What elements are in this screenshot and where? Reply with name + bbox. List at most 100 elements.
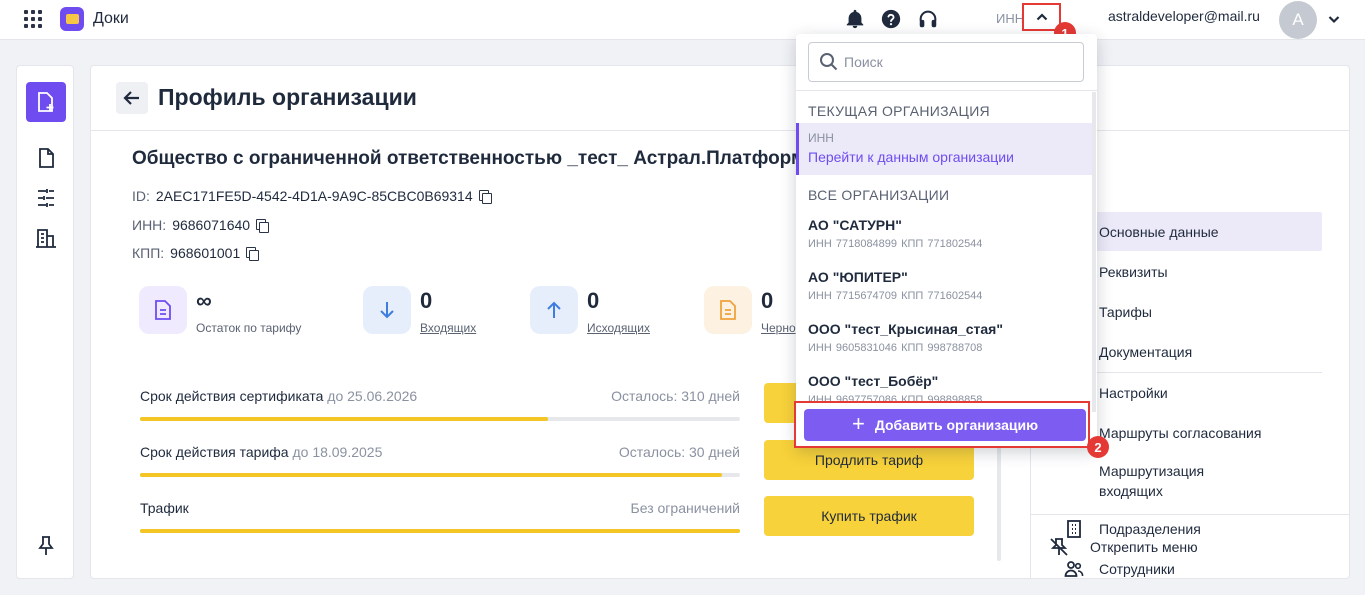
routes-icon[interactable]	[34, 186, 58, 210]
unpin-menu-button[interactable]: Открепить меню	[1031, 514, 1349, 578]
certificate-progress	[140, 417, 740, 421]
stat-value: 0	[420, 288, 433, 313]
org-inn-row: ИНН: 9686071640	[132, 217, 270, 233]
copy-icon[interactable]	[246, 247, 260, 261]
top-bar: Доки ИНН 1 astraldeveloper@mail.ru A	[0, 0, 1365, 44]
copy-icon[interactable]	[256, 219, 270, 233]
row-date: до 18.09.2025	[292, 444, 383, 460]
org-item-name: АО "САТУРН"	[808, 217, 902, 233]
progress-fill	[140, 473, 722, 477]
apps-grid-icon[interactable]	[24, 10, 42, 28]
stat-link[interactable]: Входящих	[420, 321, 476, 335]
org-kpp-row: КПП: 968601001	[132, 245, 260, 261]
progress-fill	[140, 529, 740, 533]
arrow-left-icon	[123, 91, 139, 105]
row-title-text: Срок действия сертификата	[140, 388, 324, 404]
certificate-row-title: Срок действия сертификата до 25.06.2026	[140, 388, 417, 404]
bell-icon[interactable]	[844, 8, 866, 30]
row-date: до 25.06.2026	[327, 388, 418, 404]
chevron-down-icon[interactable]	[1327, 12, 1341, 26]
step-marker-2: 2	[1087, 436, 1109, 458]
search-icon	[820, 53, 838, 71]
org-kpp-label: КПП:	[132, 245, 165, 261]
avatar[interactable]: A	[1279, 1, 1317, 39]
add-org-highlight: + Добавить организацию	[794, 401, 1090, 448]
buy-traffic-button[interactable]: Купить трафик	[764, 496, 974, 536]
page-title: Профиль организации	[158, 84, 417, 110]
dropdown-scrollbar[interactable]	[1092, 92, 1096, 412]
org-item-name: АО "ЮПИТЕР"	[808, 269, 908, 285]
tariff-row-title: Срок действия тарифа до 18.09.2025	[140, 444, 382, 460]
org-full-name: Общество с ограниченной ответственностью…	[132, 148, 812, 169]
current-org-section: ТЕКУЩАЯ ОРГАНИЗАЦИЯ	[808, 103, 990, 119]
go-to-org-data-link[interactable]: Перейти к данным организации	[808, 149, 1014, 165]
org-inn-label[interactable]: ИНН	[996, 11, 1024, 26]
unpin-menu-label: Открепить меню	[1090, 539, 1198, 555]
draft-icon	[704, 286, 752, 334]
org-item-requisites: ИНН 9605831046 КПП 998788708	[808, 342, 983, 354]
traffic-progress	[140, 529, 740, 533]
side-item-documentation[interactable]: Документация	[1099, 342, 1192, 362]
stat-label: Остаток по тарифу	[196, 321, 302, 335]
side-item-tariffs[interactable]: Тарифы	[1099, 302, 1152, 322]
org-switcher-dropdown: Поиск ТЕКУЩАЯ ОРГАНИЗАЦИЯ ИНН Перейти к …	[796, 34, 1097, 448]
row-title-text: Трафик	[140, 500, 189, 516]
arrow-up-icon	[530, 286, 578, 334]
org-id-value: 2AEC171FE5D-4542-4D1A-9A9C-85CBC0B69314	[155, 188, 473, 204]
org-item-requisites: ИНН 7718084899 КПП 771802544	[808, 238, 983, 250]
stat-link[interactable]: Черно	[761, 321, 796, 335]
side-item-settings[interactable]: Настройки	[1099, 383, 1168, 403]
unpin-icon	[1050, 538, 1068, 556]
document-lines-icon	[139, 286, 187, 334]
left-nav	[16, 65, 74, 579]
app-name[interactable]: Доки	[93, 10, 129, 28]
progress-fill	[140, 417, 548, 421]
user-email[interactable]: astraldeveloper@mail.ru	[1108, 8, 1260, 24]
org-id-label: ID:	[132, 188, 150, 204]
org-search-input[interactable]: Поиск	[808, 42, 1084, 82]
tariff-progress	[140, 473, 740, 477]
org-item-name: ООО "тест_Крысиная_стая"	[808, 321, 1003, 337]
current-org-inn: ИНН	[808, 131, 834, 145]
org-kpp-value: 968601001	[170, 245, 241, 261]
headset-icon[interactable]	[917, 8, 939, 30]
plus-icon: +	[851, 411, 865, 436]
app-logo-icon[interactable]	[60, 7, 84, 31]
add-organization-label: Добавить организацию	[874, 417, 1039, 433]
side-item-incoming-routing[interactable]: Маршрутизация входящих	[1099, 461, 1249, 501]
search-placeholder: Поиск	[844, 54, 883, 70]
row-title-text: Срок действия тарифа	[140, 444, 289, 460]
side-item-main-data[interactable]: Основные данные	[1099, 222, 1219, 242]
row-remaining: Осталось: 310 дней	[611, 388, 740, 404]
current-org-item[interactable]: ИНН Перейти к данным организации	[796, 123, 1092, 175]
stat-link[interactable]: Исходящих	[587, 321, 650, 335]
organization-icon[interactable]	[34, 226, 58, 250]
new-document-button[interactable]	[26, 82, 66, 122]
stat-value: ∞	[196, 288, 212, 313]
document-plus-icon	[38, 92, 54, 112]
org-list-item[interactable]: АО "САТУРН" ИНН 7718084899 КПП 771802544	[808, 217, 982, 250]
side-item-approval-routes[interactable]: Маршруты согласования	[1099, 423, 1261, 443]
org-id-row: ID: 2AEC171FE5D-4542-4D1A-9A9C-85CBC0B69…	[132, 188, 492, 204]
help-icon[interactable]	[880, 8, 902, 30]
arrow-down-icon	[363, 286, 411, 334]
stat-value: 0	[587, 288, 600, 313]
chevron-up-icon	[1036, 13, 1047, 21]
org-list-item[interactable]: АО "ЮПИТЕР" ИНН 7715674709 КПП 771602544	[808, 269, 982, 302]
org-item-requisites: ИНН 7715674709 КПП 771602544	[808, 290, 983, 302]
side-item-requisites[interactable]: Реквизиты	[1099, 262, 1168, 282]
org-list-item[interactable]: ООО "тест_Крысиная_стая" ИНН 9605831046 …	[808, 321, 1003, 354]
all-orgs-section: ВСЕ ОРГАНИЗАЦИИ	[808, 187, 950, 203]
dropdown-divider	[796, 90, 1097, 91]
document-icon[interactable]	[34, 146, 58, 170]
row-remaining: Без ограничений	[630, 500, 740, 516]
add-organization-button[interactable]: + Добавить организацию	[804, 409, 1086, 441]
copy-icon[interactable]	[478, 190, 492, 204]
main-panel: Профиль организации Общество с ограничен…	[90, 65, 1350, 579]
org-inn-label: ИНН:	[132, 217, 167, 233]
stat-value: 0	[761, 288, 774, 313]
org-item-name: ООО "тест_Бобёр"	[808, 373, 939, 389]
row-remaining: Осталось: 30 дней	[618, 444, 740, 460]
pin-icon[interactable]	[34, 534, 58, 558]
back-button[interactable]	[116, 82, 148, 114]
